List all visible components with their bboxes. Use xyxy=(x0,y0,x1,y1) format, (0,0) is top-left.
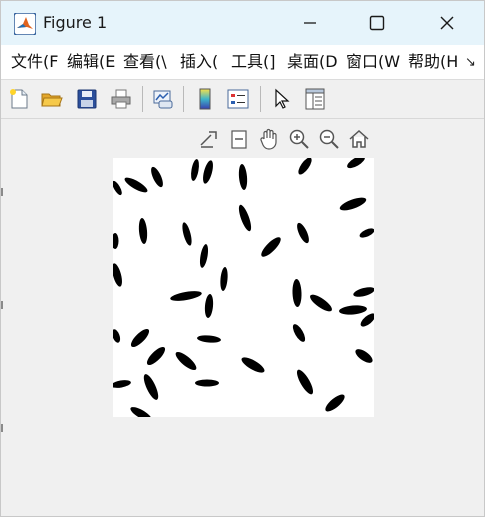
brush-button[interactable] xyxy=(225,125,253,153)
toolbar-separator xyxy=(183,86,184,112)
menu-edit[interactable]: 编辑(E xyxy=(67,45,115,79)
window-edge-mark xyxy=(1,424,3,432)
title-bar[interactable]: Figure 1 xyxy=(1,1,484,45)
restore-view-button[interactable] xyxy=(345,125,373,153)
printer-icon xyxy=(111,89,131,109)
overflow-arrow-icon[interactable]: ↘ xyxy=(465,55,476,70)
axes-toolbar xyxy=(195,125,375,155)
menu-file[interactable]: 文件(F xyxy=(11,45,58,79)
menu-insert[interactable]: 插入( xyxy=(180,45,218,79)
insert-legend-button[interactable] xyxy=(224,85,252,113)
open-file-button[interactable] xyxy=(38,85,66,113)
zoom-out-button[interactable] xyxy=(315,125,343,153)
property-inspector-icon xyxy=(305,88,325,110)
home-icon xyxy=(349,129,369,148)
matlab-logo-icon xyxy=(14,13,36,35)
close-icon xyxy=(440,16,454,30)
rice-grains xyxy=(113,158,374,417)
minimize-button[interactable] xyxy=(287,1,333,45)
insert-colorbar-button[interactable] xyxy=(191,85,219,113)
new-figure-button[interactable] xyxy=(5,85,33,113)
window-edge-mark xyxy=(1,188,3,196)
legend-icon xyxy=(227,89,249,109)
window-edge-mark xyxy=(1,301,3,309)
menu-tools[interactable]: 工具(] xyxy=(231,45,276,79)
menu-help[interactable]: 帮助(H xyxy=(408,45,458,79)
menu-bar: 文件(F 编辑(E 查看(\ 插入( 工具(] 桌面(D 窗口(W 帮助(H ↘ xyxy=(1,45,484,80)
export-button[interactable] xyxy=(195,125,223,153)
menu-view[interactable]: 查看(\ xyxy=(123,45,167,79)
figure-window: Figure 1 文件(F 编辑(E 查看(\ 插入( 工具(] 桌面(D 窗口… xyxy=(0,0,485,517)
edit-plot-button[interactable] xyxy=(268,85,296,113)
export-icon xyxy=(200,131,217,148)
minimize-icon xyxy=(304,22,316,24)
pointer-arrow-icon xyxy=(275,88,290,109)
new-file-icon xyxy=(10,89,28,109)
folder-open-icon xyxy=(41,93,63,107)
link-plot-button[interactable] xyxy=(149,85,177,113)
close-button[interactable] xyxy=(424,1,470,45)
floppy-disk-icon xyxy=(77,89,97,109)
link-plot-icon xyxy=(153,90,173,109)
maximize-icon xyxy=(369,15,385,31)
zoom-out-icon xyxy=(319,129,339,149)
pan-button[interactable] xyxy=(255,125,283,153)
colorbar-icon xyxy=(199,88,211,110)
toolbar-separator xyxy=(260,86,261,112)
menu-window[interactable]: 窗口(W xyxy=(346,45,400,79)
save-figure-button[interactable] xyxy=(73,85,101,113)
image-axes[interactable] xyxy=(113,158,374,417)
zoom-in-button[interactable] xyxy=(285,125,313,153)
menu-desktop[interactable]: 桌面(D xyxy=(287,45,338,79)
property-inspector-button[interactable] xyxy=(301,85,329,113)
toolbar-separator xyxy=(142,86,143,112)
print-figure-button[interactable] xyxy=(107,85,135,113)
brush-icon xyxy=(231,130,247,149)
maximize-button[interactable] xyxy=(354,1,400,45)
binary-image xyxy=(113,158,374,417)
figure-toolbar xyxy=(1,80,484,119)
hand-icon xyxy=(260,128,277,150)
window-title: Figure 1 xyxy=(43,13,108,32)
zoom-in-icon xyxy=(289,129,309,149)
